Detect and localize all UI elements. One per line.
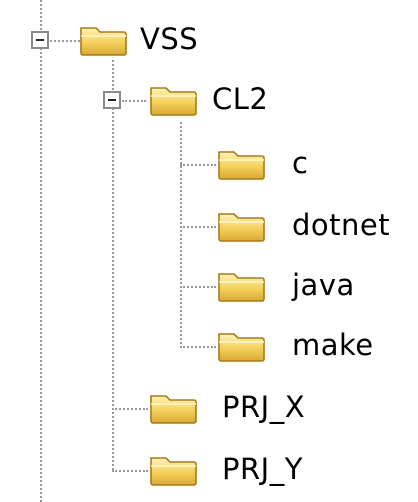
tree-connector (180, 164, 216, 166)
folder-icon (218, 151, 265, 180)
tree-node-label[interactable]: PRJ_Y (222, 452, 303, 486)
tree-connector (122, 100, 146, 102)
folder-icon (150, 457, 197, 486)
tree-connector-cl2 (180, 122, 182, 348)
folder-icon (80, 27, 127, 56)
tree-node-label[interactable]: CL2 (212, 82, 268, 116)
tree-connector (50, 40, 80, 42)
tree-connector (112, 408, 148, 410)
tree-connector (180, 226, 216, 228)
tree-connector-root (40, 0, 42, 502)
tree-connector (180, 286, 216, 288)
collapse-toggle-cl2[interactable] (103, 91, 121, 109)
folder-tree: VSS CL2 c dotnet java make PRJ_X PRJ_Y (0, 0, 418, 502)
folder-icon (218, 273, 265, 302)
folder-icon (150, 87, 197, 116)
folder-icon (218, 333, 265, 362)
tree-node-label[interactable]: VSS (140, 22, 198, 56)
tree-node-label[interactable]: make (292, 328, 374, 362)
tree-connector (112, 470, 148, 472)
folder-icon (218, 213, 265, 242)
tree-node-label[interactable]: java (292, 268, 355, 302)
collapse-toggle-vss[interactable] (31, 31, 49, 49)
folder-icon (150, 395, 197, 424)
tree-node-label[interactable]: c (292, 146, 308, 180)
tree-connector (180, 346, 216, 348)
tree-node-label[interactable]: PRJ_X (222, 390, 305, 424)
tree-node-label[interactable]: dotnet (292, 208, 390, 242)
